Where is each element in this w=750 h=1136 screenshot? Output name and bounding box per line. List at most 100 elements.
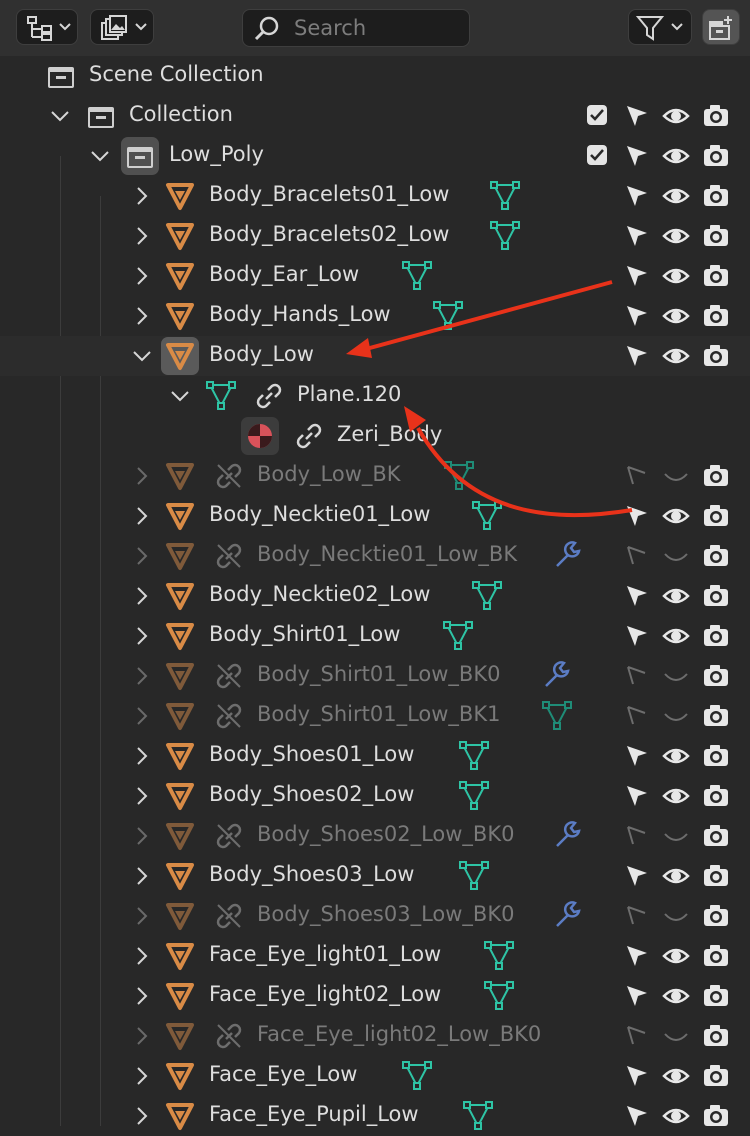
collection-row[interactable]: Collection bbox=[0, 96, 750, 136]
chevron-right-icon[interactable] bbox=[130, 1064, 154, 1088]
selectable-toggle-icon[interactable] bbox=[623, 502, 651, 530]
mesh-data-icon[interactable] bbox=[490, 220, 520, 250]
object-row[interactable]: Body_Shoes02_Low bbox=[0, 776, 750, 816]
object-row[interactable]: Face_Eye_Pupil_Low bbox=[0, 1096, 750, 1136]
object-row[interactable]: Body_Shirt01_Low bbox=[0, 616, 750, 656]
eye-closed-icon[interactable] bbox=[662, 902, 690, 930]
wrench-icon[interactable] bbox=[553, 540, 583, 570]
render-camera-icon[interactable] bbox=[702, 302, 730, 330]
chevron-right-icon[interactable] bbox=[130, 824, 154, 848]
render-camera-icon[interactable] bbox=[702, 902, 730, 930]
selectable-toggle-icon[interactable] bbox=[623, 942, 651, 970]
object-row[interactable]: Face_Eye_light02_Low_BK0 bbox=[0, 1016, 750, 1056]
chevron-right-icon[interactable] bbox=[130, 864, 154, 888]
object-row[interactable]: Body_Ear_Low bbox=[0, 256, 750, 296]
eye-icon[interactable] bbox=[662, 222, 690, 250]
object-row[interactable]: Body_Low bbox=[0, 336, 750, 376]
chevron-right-icon[interactable] bbox=[130, 544, 154, 568]
chevron-right-icon[interactable] bbox=[130, 224, 154, 248]
selectable-toggle-icon[interactable] bbox=[623, 622, 651, 650]
new-collection-button[interactable] bbox=[702, 9, 740, 45]
eye-icon[interactable] bbox=[662, 142, 690, 170]
selectable-toggle-icon[interactable] bbox=[623, 342, 651, 370]
eye-icon[interactable] bbox=[662, 102, 690, 130]
selectable-toggle-icon[interactable] bbox=[623, 702, 651, 730]
filter-dropdown[interactable] bbox=[628, 9, 692, 45]
mesh-data-icon[interactable] bbox=[433, 300, 463, 330]
chevron-right-icon[interactable] bbox=[130, 504, 154, 528]
selectable-toggle-icon[interactable] bbox=[623, 462, 651, 490]
mesh-data-icon[interactable] bbox=[444, 460, 474, 490]
render-camera-icon[interactable] bbox=[702, 782, 730, 810]
low-poly-row[interactable]: Low_Poly bbox=[0, 136, 750, 176]
object-row[interactable]: Body_Bracelets02_Low bbox=[0, 216, 750, 256]
eye-icon[interactable] bbox=[662, 182, 690, 210]
object-row[interactable]: Body_Hands_Low bbox=[0, 296, 750, 336]
object-row[interactable]: Face_Eye_light01_Low bbox=[0, 936, 750, 976]
render-camera-icon[interactable] bbox=[702, 942, 730, 970]
render-camera-icon[interactable] bbox=[702, 1022, 730, 1050]
chevron-right-icon[interactable] bbox=[130, 784, 154, 808]
object-row[interactable]: Face_Eye_light02_Low bbox=[0, 976, 750, 1016]
render-camera-icon[interactable] bbox=[702, 462, 730, 490]
selectable-toggle-icon[interactable] bbox=[623, 582, 651, 610]
selectable-toggle-icon[interactable] bbox=[623, 982, 651, 1010]
eye-icon[interactable] bbox=[662, 782, 690, 810]
render-camera-icon[interactable] bbox=[702, 262, 730, 290]
render-camera-icon[interactable] bbox=[702, 742, 730, 770]
mesh-data-icon[interactable] bbox=[484, 980, 514, 1010]
render-camera-icon[interactable] bbox=[702, 702, 730, 730]
render-camera-icon[interactable] bbox=[702, 502, 730, 530]
render-camera-icon[interactable] bbox=[702, 822, 730, 850]
chevron-right-icon[interactable] bbox=[130, 624, 154, 648]
object-row[interactable]: Body_Shirt01_Low_BK0 bbox=[0, 656, 750, 696]
mesh-data-icon[interactable] bbox=[402, 260, 432, 290]
mesh-data-icon[interactable] bbox=[443, 620, 473, 650]
search-input[interactable]: Search bbox=[242, 9, 470, 47]
object-row[interactable]: Body_Necktie01_Low bbox=[0, 496, 750, 536]
object-row[interactable]: Face_Eye_Low bbox=[0, 1056, 750, 1096]
render-camera-icon[interactable] bbox=[702, 862, 730, 890]
chevron-right-icon[interactable] bbox=[130, 304, 154, 328]
mesh-data-icon[interactable] bbox=[459, 740, 489, 770]
chevron-right-icon[interactable] bbox=[130, 184, 154, 208]
render-camera-icon[interactable] bbox=[702, 662, 730, 690]
wrench-icon[interactable] bbox=[553, 900, 583, 930]
eye-closed-icon[interactable] bbox=[662, 542, 690, 570]
chevron-right-icon[interactable] bbox=[130, 704, 154, 728]
selectable-toggle-icon[interactable] bbox=[623, 142, 651, 170]
chevron-right-icon[interactable] bbox=[130, 944, 154, 968]
object-row[interactable]: Body_Shirt01_Low_BK1 bbox=[0, 696, 750, 736]
eye-closed-icon[interactable] bbox=[662, 702, 690, 730]
object-row[interactable]: Body_Shoes02_Low_BK0 bbox=[0, 816, 750, 856]
render-camera-icon[interactable] bbox=[702, 582, 730, 610]
eye-closed-icon[interactable] bbox=[662, 822, 690, 850]
chevron-down-icon[interactable] bbox=[130, 344, 154, 368]
eye-icon[interactable] bbox=[662, 942, 690, 970]
eye-icon[interactable] bbox=[662, 862, 690, 890]
object-row[interactable]: Body_Necktie02_Low bbox=[0, 576, 750, 616]
chevron-down-icon[interactable] bbox=[88, 144, 112, 168]
material-row[interactable]: Zeri_Body bbox=[0, 416, 750, 456]
chevron-right-icon[interactable] bbox=[130, 1024, 154, 1048]
eye-closed-icon[interactable] bbox=[662, 462, 690, 490]
chevron-right-icon[interactable] bbox=[130, 744, 154, 768]
mesh-data-icon[interactable] bbox=[459, 780, 489, 810]
chevron-right-icon[interactable] bbox=[130, 264, 154, 288]
object-row[interactable]: Body_Shoes01_Low bbox=[0, 736, 750, 776]
chevron-down-icon[interactable] bbox=[168, 384, 192, 408]
mesh-data-row[interactable]: Plane.120 bbox=[0, 376, 750, 416]
eye-icon[interactable] bbox=[662, 502, 690, 530]
wrench-icon[interactable] bbox=[553, 820, 583, 850]
selectable-toggle-icon[interactable] bbox=[623, 262, 651, 290]
selectable-toggle-icon[interactable] bbox=[623, 662, 651, 690]
selectable-toggle-icon[interactable] bbox=[623, 862, 651, 890]
chevron-right-icon[interactable] bbox=[130, 904, 154, 928]
eye-icon[interactable] bbox=[662, 982, 690, 1010]
chevron-right-icon[interactable] bbox=[130, 984, 154, 1008]
chevron-right-icon[interactable] bbox=[130, 664, 154, 688]
eye-closed-icon[interactable] bbox=[662, 1022, 690, 1050]
selectable-toggle-icon[interactable] bbox=[623, 822, 651, 850]
mesh-data-icon[interactable] bbox=[542, 700, 572, 730]
render-camera-icon[interactable] bbox=[702, 982, 730, 1010]
